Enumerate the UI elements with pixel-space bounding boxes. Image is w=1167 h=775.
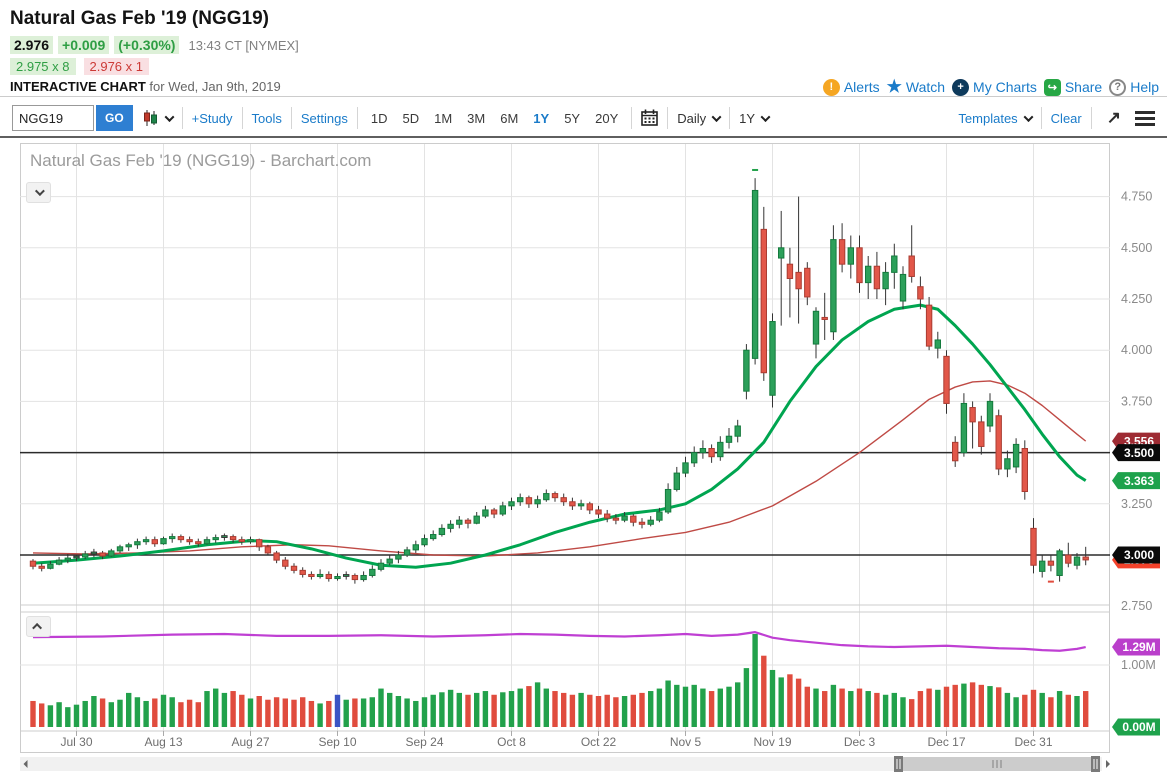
- range-button-3m[interactable]: 3M: [467, 111, 485, 126]
- templates-dropdown[interactable]: Templates: [958, 111, 1031, 126]
- alerts-link[interactable]: ! Alerts: [823, 79, 880, 96]
- svg-text:4.250: 4.250: [1121, 292, 1152, 306]
- toolbar-separator: [182, 107, 183, 129]
- star-icon: ★: [887, 77, 902, 97]
- bid-ask-row: 2.975 x 8 2.976 x 1: [10, 58, 149, 75]
- header-divider: [0, 96, 1167, 97]
- svg-text:3.000: 3.000: [1124, 548, 1154, 562]
- svg-text:3.500: 3.500: [1124, 446, 1154, 460]
- svg-text:2.750: 2.750: [1121, 599, 1152, 613]
- svg-text:3.750: 3.750: [1121, 394, 1152, 408]
- chart-subtitle: INTERACTIVE CHART for Wed, Jan 9th, 2019: [10, 79, 281, 94]
- svg-text:4.000: 4.000: [1121, 343, 1152, 357]
- calendar-button[interactable]: [641, 109, 658, 127]
- chevron-down-icon: [712, 112, 722, 122]
- range-button-1m[interactable]: 1M: [434, 111, 452, 126]
- chart-date-label: for Wed, Jan 9th, 2019: [149, 79, 280, 94]
- horizontal-scrollbar[interactable]: [20, 756, 1110, 772]
- vol-last-badge: 0.00M: [1112, 719, 1160, 736]
- hline-3500-badge: 3.500: [1112, 444, 1160, 461]
- toolbar-separator: [729, 107, 730, 129]
- chart-canvas-area[interactable]: [20, 143, 1110, 753]
- menu-icon[interactable]: [1135, 111, 1155, 126]
- svg-text:3.363: 3.363: [1124, 474, 1154, 488]
- range-button-5y[interactable]: 5Y: [564, 111, 580, 126]
- toolbar-separator: [242, 107, 243, 129]
- range-button-1y[interactable]: 1Y: [533, 111, 549, 126]
- interactive-chart-label: INTERACTIVE CHART: [10, 79, 146, 94]
- calendar-icon: [641, 109, 658, 127]
- toolbar-separator: [631, 107, 632, 129]
- price-change-pct: (+0.30%): [114, 36, 179, 54]
- scrollbar-handle[interactable]: [894, 756, 903, 772]
- chart-type-dropdown[interactable]: [143, 109, 173, 127]
- scroll-left-arrow[interactable]: [24, 760, 28, 768]
- svg-text:3.250: 3.250: [1121, 497, 1152, 511]
- my-charts-link[interactable]: + My Charts: [952, 79, 1037, 96]
- quote-time: 13:43 CT [NYMEX]: [188, 38, 298, 53]
- svg-text:2.976: 2.976: [1124, 553, 1154, 567]
- share-icon: ↪: [1044, 79, 1061, 96]
- page-title: Natural Gas Feb '19 (NGG19): [10, 8, 269, 30]
- svg-text:3.556: 3.556: [1124, 434, 1154, 448]
- quote-row: 2.976 +0.009 (+0.30%) 13:43 CT [NYMEX]: [10, 36, 299, 54]
- watch-link[interactable]: ★ Watch: [887, 77, 945, 97]
- last-price: 2.976: [10, 36, 53, 54]
- hline-3000-badge: 3.000: [1112, 547, 1160, 564]
- range-button-20y[interactable]: 20Y: [595, 111, 618, 126]
- svg-text:4.500: 4.500: [1121, 241, 1152, 255]
- settings-button[interactable]: Settings: [301, 111, 348, 126]
- help-link[interactable]: ? Help: [1109, 79, 1159, 96]
- svg-text:4.750: 4.750: [1121, 190, 1152, 204]
- plus-circle-icon: +: [952, 79, 969, 96]
- candlestick-chart-icon: [143, 109, 159, 127]
- period-dropdown[interactable]: 1Y: [739, 111, 769, 126]
- toolbar-separator: [667, 107, 668, 129]
- chevron-down-icon: [164, 112, 174, 122]
- volume-axis-label: 1.00M: [1121, 658, 1156, 672]
- clear-button[interactable]: Clear: [1051, 111, 1082, 126]
- toolbar-separator: [291, 107, 292, 129]
- chevron-down-icon: [1023, 112, 1033, 122]
- svg-text:0.00M: 0.00M: [1122, 720, 1155, 734]
- chevron-up-icon: [32, 623, 42, 633]
- toolbar-separator: [1041, 107, 1042, 129]
- chevron-down-icon: [35, 186, 45, 196]
- toolbar-separator: [1091, 107, 1092, 129]
- axis-badges: 3.5563.500 3.363 2.9763.000 1.29M 0.00M: [1112, 433, 1160, 736]
- add-study-button[interactable]: +Study: [192, 111, 233, 126]
- range-buttons: 1D 5D 1M 3M 6M 1Y 5Y 20Y: [371, 111, 618, 126]
- price-change: +0.009: [58, 36, 109, 54]
- expand-chart-icon[interactable]: ↗: [1107, 108, 1121, 128]
- scroll-right-arrow[interactable]: [1106, 760, 1110, 768]
- alert-icon: !: [823, 79, 840, 96]
- svg-text:1.29M: 1.29M: [1122, 640, 1155, 654]
- frequency-dropdown[interactable]: Daily: [677, 111, 720, 126]
- symbol-input[interactable]: [12, 105, 94, 131]
- last-price-badge: 2.976: [1112, 551, 1160, 568]
- range-button-1d[interactable]: 1D: [371, 111, 388, 126]
- header-links: ! Alerts ★ Watch + My Charts ↪ Share ? H…: [823, 77, 1159, 97]
- scrollbar-thumb[interactable]: [897, 757, 1097, 771]
- share-link[interactable]: ↪ Share: [1044, 79, 1102, 96]
- chart-watermark-title: Natural Gas Feb '19 (NGG19) - Barchart.c…: [30, 151, 371, 171]
- chevron-down-icon: [761, 112, 771, 122]
- vol-ma-badge: 1.29M: [1112, 639, 1160, 656]
- ma-red-badge: 3.556: [1112, 433, 1160, 450]
- range-button-6m[interactable]: 6M: [500, 111, 518, 126]
- ask-quote: 2.976 x 1: [84, 58, 150, 75]
- price-axis-labels: 4.750 4.500 4.250 4.000 3.750 3.250 2.750 1.00M: [1121, 190, 1156, 672]
- range-button-5d[interactable]: 5D: [402, 111, 419, 126]
- tools-button[interactable]: Tools: [252, 111, 282, 126]
- question-icon: ?: [1109, 79, 1126, 96]
- scrollbar-handle[interactable]: [1091, 756, 1100, 772]
- collapse-volume-panel-button[interactable]: [26, 616, 51, 637]
- bid-quote: 2.975 x 8: [10, 58, 76, 75]
- collapse-price-panel-button[interactable]: [26, 182, 51, 203]
- ma-green-badge: 3.363: [1112, 472, 1160, 489]
- toolbar-separator: [357, 107, 358, 129]
- go-button[interactable]: GO: [96, 105, 133, 131]
- chart-toolbar: GO +Study Tools Settings 1D 5D 1M 3M 6M 1Y 5Y 2…: [0, 100, 1167, 138]
